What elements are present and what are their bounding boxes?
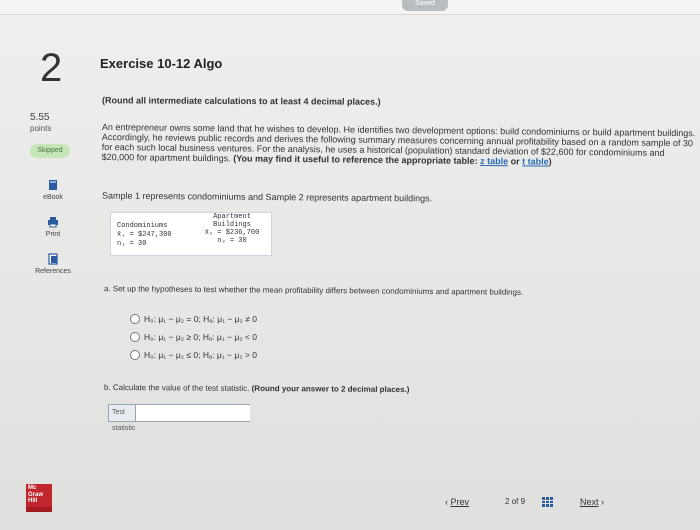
question-content: Exercise 10-12 Algo (Round all intermedi… (100, 14, 700, 530)
part-a-prompt: a. Set up the hypotheses to test whether… (103, 284, 524, 297)
apartments-column: Apartment Buildings x̄₂ = $236,700 n₂ = … (197, 213, 267, 245)
ebook-icon (49, 180, 57, 190)
radio-button[interactable] (130, 314, 140, 324)
page-of: of (511, 497, 519, 506)
grid-icon[interactable] (542, 497, 553, 507)
prev-label: Prev (450, 497, 470, 507)
ebook-button[interactable]: eBook (24, 179, 82, 201)
test-statistic-label: Test statistic (109, 405, 137, 432)
apartments-mean: x̄₂ = $236,700 (204, 229, 260, 237)
mcgraw-hill-logo: Mc Graw Hill (26, 484, 52, 512)
radio-button[interactable] (130, 350, 140, 360)
part-b-text: b. Calculate the value of the test stati… (103, 382, 250, 393)
or-text: or (510, 156, 520, 167)
sample-description: Sample 1 represents condominiums and Sam… (101, 190, 433, 204)
page-current: 2 (505, 497, 510, 506)
exercise-title: Exercise 10-12 Algo (100, 56, 223, 71)
close-paren: ) (548, 156, 552, 167)
t-table-link[interactable]: t table (522, 156, 549, 166)
radio-button[interactable] (130, 332, 140, 342)
table-reference-text: (You may find it useful to reference the… (233, 153, 478, 166)
option-label: H₀: μ₁ − μ₂ ≤ 0; Hₐ: μ₁ − μ₂ > 0 (144, 350, 257, 360)
hypothesis-option-2[interactable]: H₀: μ₁ − μ₂ ≥ 0; Hₐ: μ₁ − μ₂ < 0 (130, 332, 257, 342)
prev-button[interactable]: ‹ Prev (445, 494, 469, 510)
summary-table: Condominiums x̄₁ = $247,300 n₁ = 30 Apar… (110, 212, 272, 256)
condominiums-header: Condominiums (117, 222, 168, 230)
next-button[interactable]: Next › (580, 494, 604, 510)
references-icon (48, 253, 58, 265)
test-statistic-input[interactable] (136, 405, 251, 421)
references-button[interactable]: References (24, 253, 82, 275)
assignment-page: Saved 2 5.55 points Skipped eBook Print … (0, 0, 700, 530)
part-b-prompt: b. Calculate the value of the test stati… (104, 383, 410, 394)
condominiums-column: Condominiums x̄₁ = $247,300 n₁ = 30 (117, 222, 172, 249)
question-navigation: ‹ Prev 2 of 9 Next › (445, 494, 625, 510)
chevron-right-icon: › (601, 497, 605, 507)
references-label: References (35, 268, 71, 275)
points-value: 5.55 (30, 112, 50, 123)
status-badge: Skipped (30, 144, 70, 158)
apartments-n: n₂ = 30 (217, 237, 247, 245)
problem-statement: An entrepreneur owns some land that he w… (102, 122, 696, 168)
print-icon (48, 217, 58, 228)
condominiums-n: n₁ = 30 (117, 240, 147, 248)
z-table-link[interactable]: z table (480, 156, 508, 166)
top-bar: Saved (0, 0, 700, 15)
rounding-instruction: (Round all intermediate calculations to … (101, 95, 381, 107)
page-total: 9 (520, 497, 526, 506)
condominiums-mean: x̄₁ = $247,300 (117, 231, 172, 239)
hypothesis-option-1[interactable]: H₀: μ₁ − μ₂ = 0; Hₐ: μ₁ − μ₂ ≠ 0 (130, 314, 257, 324)
ebook-label: eBook (43, 194, 63, 201)
question-sidebar: 2 5.55 points Skipped eBook Print Refere… (0, 14, 88, 530)
print-button[interactable]: Print (24, 216, 82, 238)
next-label: Next (580, 497, 599, 507)
option-label: H₀: μ₁ − μ₂ = 0; Hₐ: μ₁ − μ₂ ≠ 0 (144, 314, 257, 324)
question-number: 2 (40, 46, 63, 90)
print-label: Print (45, 231, 61, 238)
saved-indicator: Saved (402, 0, 448, 11)
apartments-header-1: Apartment (213, 213, 251, 221)
hypothesis-option-3[interactable]: H₀: μ₁ − μ₂ ≤ 0; Hₐ: μ₁ − μ₂ > 0 (130, 350, 257, 360)
points-label: points (30, 124, 52, 133)
chevron-left-icon: ‹ (445, 497, 448, 507)
apartments-header-2: Buildings (213, 221, 251, 229)
page-counter: 2 of 9 (505, 494, 525, 510)
part-b-rounding: (Round your answer to 2 decimal places.) (251, 383, 410, 395)
option-label: H₀: μ₁ − μ₂ ≥ 0; Hₐ: μ₁ − μ₂ < 0 (144, 332, 257, 342)
test-statistic-row: Test statistic (108, 404, 251, 432)
